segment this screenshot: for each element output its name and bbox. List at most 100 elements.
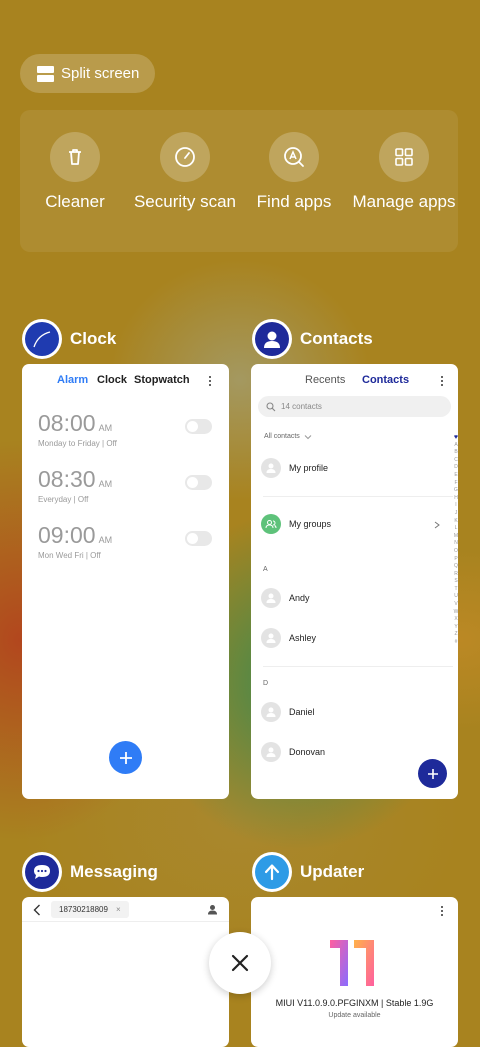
groups-icon (261, 514, 281, 534)
my-groups-item[interactable]: My groups (261, 514, 331, 534)
contact-avatar-icon (261, 628, 281, 648)
contact-item[interactable]: Donovan (261, 742, 325, 762)
clock-app-title: Clock (70, 329, 117, 348)
add-contact-button[interactable] (418, 759, 447, 788)
updater-app-icon (252, 852, 292, 892)
index-letter: K (454, 517, 458, 524)
remove-recipient-icon[interactable]: × (116, 905, 121, 914)
alphabet-index[interactable]: ♥ A B C D E F G H I J K L M N O P Q R S … (452, 434, 458, 647)
index-letter: Y (454, 623, 458, 630)
contacts-app-icon (252, 319, 292, 359)
alarm-ampm: AM (98, 479, 113, 489)
contact-item[interactable]: Andy (261, 588, 310, 608)
split-screen-icon (37, 65, 54, 82)
tab-contacts[interactable]: Contacts (362, 374, 409, 386)
index-letter: Z (454, 631, 458, 638)
search-icon (266, 401, 276, 411)
contact-name: Andy (289, 593, 310, 603)
close-all-button[interactable] (209, 932, 271, 994)
contacts-app-header[interactable]: Contacts (252, 319, 373, 359)
clock-app-icon (22, 319, 62, 359)
clock-app-header[interactable]: Clock (22, 319, 116, 359)
index-letter: E (454, 471, 458, 478)
security-scan-button[interactable]: Security scan (130, 132, 240, 212)
index-letter: D (454, 464, 458, 471)
back-arrow-icon[interactable] (33, 904, 41, 916)
clock-app-card[interactable]: Alarm Clock Stopwatch 08:00 AM Monday to … (22, 364, 229, 799)
divider (263, 666, 453, 667)
add-alarm-button[interactable] (109, 741, 142, 774)
grid-icon (379, 132, 429, 182)
manage-apps-label: Manage apps (352, 192, 456, 211)
trash-icon (50, 132, 100, 182)
index-letter: O (454, 547, 458, 554)
alarm-item[interactable]: 08:30 AM Everyday | Off (38, 466, 112, 504)
manage-apps-button[interactable]: Manage apps (349, 132, 459, 212)
find-apps-button[interactable]: Find apps (239, 132, 349, 212)
find-apps-label: Find apps (256, 192, 332, 211)
alarm-item[interactable]: 09:00 AM Mon Wed Fri | Off (38, 522, 112, 560)
plus-icon (119, 751, 132, 764)
alarm-item[interactable]: 08:00 AM Monday to Friday | Off (38, 410, 117, 448)
tab-clock[interactable]: Clock (97, 374, 127, 386)
alarm-desc: Everyday | Off (38, 495, 89, 504)
index-letter: N (454, 540, 458, 547)
close-icon (231, 954, 249, 972)
update-status: Update available (328, 1012, 381, 1019)
contact-item[interactable]: Daniel (261, 702, 315, 722)
split-screen-label: Split screen (61, 65, 140, 82)
person-icon[interactable] (207, 904, 218, 915)
contact-name: Donovan (289, 747, 326, 757)
contacts-filter-dropdown[interactable]: All contacts (264, 433, 312, 440)
chevron-down-icon (304, 434, 312, 439)
index-letter: H (454, 494, 458, 501)
contact-avatar-icon (261, 702, 281, 722)
more-options-icon[interactable] (440, 906, 444, 916)
more-options-icon[interactable] (208, 376, 212, 386)
index-letter: J (454, 509, 458, 516)
gauge-icon (160, 132, 210, 182)
index-letter: R (454, 570, 458, 577)
updater-app-card[interactable]: MIUI V11.0.9.0.PFGINXM | Stable 1.9G Upd… (251, 897, 458, 1047)
contact-avatar-icon (261, 742, 281, 762)
search-placeholder: 14 contacts (281, 402, 322, 411)
contacts-app-card[interactable]: Recents Contacts 14 contacts All contact… (251, 364, 458, 799)
favorites-heart-icon: ♥ (453, 434, 458, 441)
index-letter: T (454, 585, 458, 592)
index-letter: U (454, 593, 458, 600)
index-letter: # (454, 639, 458, 646)
alarm-ampm: AM (98, 535, 113, 545)
updater-app-title: Updater (300, 862, 365, 881)
my-profile-item[interactable]: My profile (261, 458, 328, 478)
contact-name: Ashley (289, 633, 317, 643)
messaging-app-card[interactable]: 18730218809 × (22, 897, 229, 1047)
cleaner-label: Cleaner (45, 192, 105, 211)
quick-actions-panel: Cleaner Security scan Find apps Manage a… (20, 110, 458, 252)
index-letter: A (454, 441, 458, 448)
search-input[interactable]: 14 contacts (258, 396, 451, 417)
alarm-time: 08:30 (38, 466, 96, 492)
cleaner-button[interactable]: Cleaner (20, 132, 130, 212)
tab-recents[interactable]: Recents (305, 374, 345, 386)
index-letter: M (453, 532, 458, 539)
alarm-toggle[interactable] (185, 531, 212, 546)
recipient-chip[interactable]: 18730218809 × (51, 901, 129, 918)
alarm-ampm: AM (98, 423, 113, 433)
contact-item[interactable]: Ashley (261, 628, 316, 648)
filter-label: All contacts (264, 433, 300, 440)
updater-app-header[interactable]: Updater (252, 852, 364, 892)
tab-stopwatch[interactable]: Stopwatch (134, 374, 190, 386)
index-letter: W (453, 608, 458, 615)
messaging-app-header[interactable]: Messaging (22, 852, 158, 892)
alarm-toggle[interactable] (185, 419, 212, 434)
more-options-icon[interactable] (440, 376, 444, 386)
my-profile-label: My profile (289, 463, 329, 473)
tab-alarm[interactable]: Alarm (57, 374, 88, 386)
divider (263, 496, 453, 497)
alarm-toggle[interactable] (185, 475, 212, 490)
alarm-desc: Monday to Friday | Off (38, 439, 117, 448)
security-scan-label: Security scan (133, 192, 237, 211)
version-text: MIUI V11.0.9.0.PFGINXM | Stable 1.9G (275, 998, 434, 1008)
index-letter: G (454, 487, 458, 494)
split-screen-button[interactable]: Split screen (20, 54, 155, 93)
